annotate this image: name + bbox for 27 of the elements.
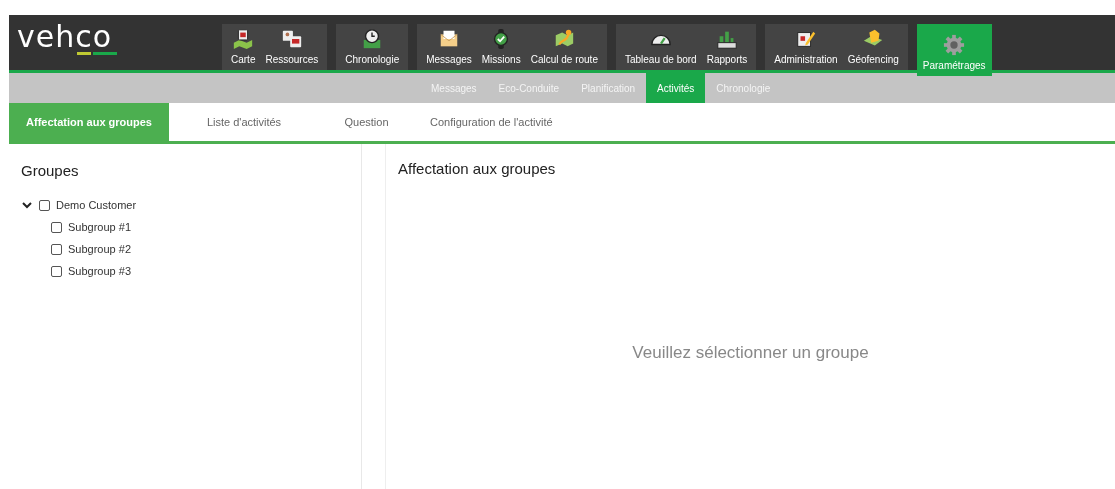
checkbox[interactable] xyxy=(51,221,62,233)
nav-button[interactable]: Tableau de bord xyxy=(619,24,702,70)
logo: vehco xyxy=(17,25,114,49)
nav-button[interactable]: Carte xyxy=(226,24,261,70)
cards-icon xyxy=(280,28,303,50)
nav-button[interactable]: Chronologie xyxy=(340,24,405,70)
nav-button[interactable]: Calcul de route xyxy=(525,24,603,70)
map-icon xyxy=(232,28,255,50)
nav-button[interactable]: Ressources xyxy=(260,24,324,70)
tree-item-label[interactable]: Demo Customer xyxy=(56,199,137,211)
checkbox[interactable] xyxy=(51,265,62,277)
tree-item-label[interactable]: Subgroup #3 xyxy=(68,265,131,277)
checkbox[interactable] xyxy=(51,243,62,255)
nav-button[interactable]: Administration xyxy=(769,24,843,70)
gear-icon xyxy=(943,34,966,56)
panel-title: Affectation aux groupes xyxy=(398,160,557,177)
tree-item-label[interactable]: Subgroup #2 xyxy=(68,243,131,255)
nav-button[interactable]: Géofencing xyxy=(842,24,904,70)
checkbox[interactable] xyxy=(39,199,50,211)
nav-button[interactable]: Missions xyxy=(476,24,526,70)
nav-button[interactable]: Rapports xyxy=(701,24,753,70)
panel-title: Groupes xyxy=(21,162,80,179)
tree-item-label[interactable]: Subgroup #1 xyxy=(68,221,131,233)
empty-message: Veuillez sélectionner un groupe xyxy=(632,341,869,363)
chevron-icon[interactable] xyxy=(21,199,33,211)
nav-button[interactable]: Messages xyxy=(421,24,477,70)
logo-bar-icon xyxy=(77,52,117,55)
